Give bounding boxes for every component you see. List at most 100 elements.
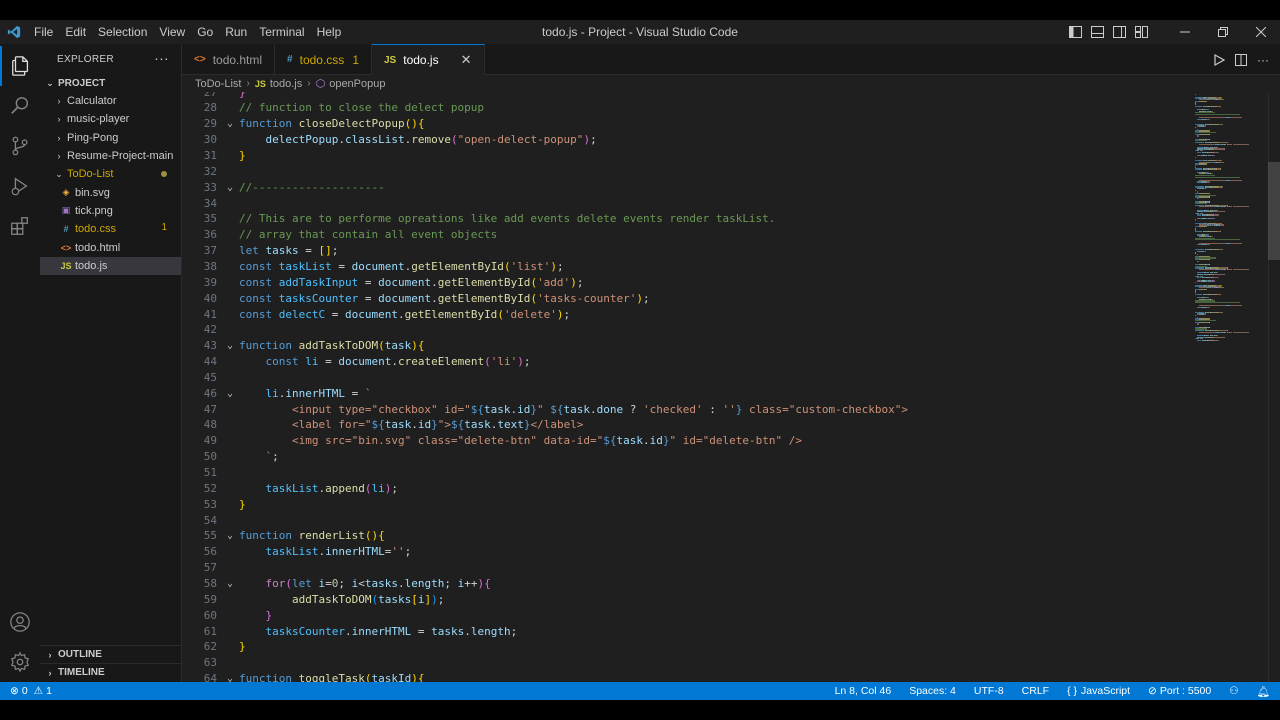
fold-chevron-icon[interactable]: ⌄ (224, 338, 236, 354)
search-icon[interactable] (0, 86, 40, 126)
tree-folder-calculator[interactable]: › Calculator (40, 92, 181, 110)
code-line[interactable]: 61 tasksCounter.innerHTML = tasks.length… (182, 624, 1192, 640)
tab-todo-js[interactable]: JS todo.js ✕ (372, 44, 485, 75)
more-actions-icon[interactable]: ··· (154, 50, 169, 66)
code-line[interactable]: 41 const delectC = document.getElementByI… (182, 307, 1192, 323)
notifications-bell-icon[interactable]: 🔔︎ (1248, 685, 1270, 698)
menu-selection[interactable]: Selection (92, 20, 153, 44)
close-icon[interactable] (1242, 20, 1280, 44)
code-line[interactable]: 42 (182, 322, 1192, 338)
code-line[interactable]: 59 addTaskToDOM(tasks[i]); (182, 592, 1192, 608)
code-line[interactable]: 37 let tasks = []; (182, 243, 1192, 259)
account-status-icon[interactable]: ⚇ (1220, 685, 1247, 697)
tab-todo-html[interactable]: <> todo.html (182, 44, 276, 75)
code-line[interactable]: 50 `; (182, 449, 1192, 465)
split-editor-icon[interactable] (1230, 53, 1252, 66)
toggle-panel-icon[interactable] (1086, 20, 1108, 44)
menu-go[interactable]: Go (191, 20, 219, 44)
more-actions-icon[interactable]: ··· (1252, 53, 1274, 67)
fold-chevron-icon[interactable]: ⌄ (224, 528, 236, 544)
menu-file[interactable]: File (28, 20, 59, 44)
menu-edit[interactable]: Edit (59, 20, 92, 44)
code-line[interactable]: 49 <img src="bin.svg" class="delete-btn"… (182, 433, 1192, 449)
breadcrumb-file[interactable]: todo.js (270, 78, 302, 90)
menu-help[interactable]: Help (311, 20, 348, 44)
code-line[interactable]: 58 ⌄ for(let i=0; i<tasks.length; i++){ (182, 576, 1192, 592)
code-line[interactable]: 43 ⌄ function addTaskToDOM(task){ (182, 338, 1192, 354)
code-line[interactable]: 30 delectPopup.classList.remove("open-de… (182, 132, 1192, 148)
code-line[interactable]: 48 <label for="${task.id}">${task.text}<… (182, 417, 1192, 433)
code-line[interactable]: 31} (182, 148, 1192, 164)
indentation[interactable]: Spaces: 4 (900, 685, 965, 697)
code-line[interactable]: 45 (182, 370, 1192, 386)
code-line[interactable]: 32 (182, 164, 1192, 180)
code-line[interactable]: 56 taskList.innerHTML=''; (182, 544, 1192, 560)
toggle-secondary-sidebar-icon[interactable] (1108, 20, 1130, 44)
menu-view[interactable]: View (153, 20, 191, 44)
code-line[interactable]: 60 } (182, 608, 1192, 624)
code-line[interactable]: 29 ⌄ function closeDelectPopup(){ (182, 116, 1192, 132)
code-line[interactable]: 28 // function to close the delect popup (182, 100, 1192, 116)
run-debug-icon[interactable] (0, 166, 40, 206)
tree-file-tick-png[interactable]: ▣ tick.png (40, 202, 181, 220)
fold-chevron-icon[interactable]: ⌄ (224, 576, 236, 592)
account-icon[interactable] (0, 602, 40, 642)
explorer-icon[interactable] (0, 46, 40, 86)
tree-file-todo-js[interactable]: JS todo.js (40, 256, 181, 275)
code-line[interactable]: 40 const tasksCounter = document.getEleme… (182, 291, 1192, 307)
project-section-header[interactable]: ⌄ PROJECT (40, 74, 181, 92)
encoding[interactable]: UTF-8 (965, 685, 1013, 697)
close-tab-icon[interactable]: ✕ (461, 52, 472, 68)
code-line[interactable]: 62} (182, 639, 1192, 655)
code-line[interactable]: 47 <input type="checkbox" id="${task.id}… (182, 402, 1192, 418)
timeline-section-header[interactable]: › TIMELINE (40, 663, 182, 681)
tab-todo-css[interactable]: # todo.css 1 (275, 44, 372, 75)
code-line[interactable]: 38 const taskList = document.getElementBy… (182, 259, 1192, 275)
fold-chevron-icon[interactable]: ⌄ (224, 180, 236, 196)
code-line[interactable]: 36 // array that contain all event object… (182, 227, 1192, 243)
source-control-icon[interactable] (0, 126, 40, 166)
code-line[interactable]: 35 // This are to performe opreations lik… (182, 211, 1192, 227)
code-line[interactable]: 57 (182, 560, 1192, 576)
breadcrumb-folder[interactable]: ToDo-List (195, 78, 241, 90)
cursor-position[interactable]: Ln 8, Col 46 (826, 685, 901, 697)
vertical-scrollbar[interactable] (1268, 162, 1280, 260)
code-line[interactable]: 52 taskList.append(li); (182, 481, 1192, 497)
fold-chevron-icon[interactable]: ⌄ (224, 386, 236, 402)
minimize-icon[interactable] (1166, 20, 1204, 44)
problems-status[interactable]: ⊗ 0 ⚠ 1 (10, 685, 61, 697)
tree-file-todo-css[interactable]: # todo.css 1 (40, 220, 181, 238)
code-line[interactable]: 64 ⌄ function toggleTask(taskId){ (182, 671, 1192, 682)
manage-gear-icon[interactable] (0, 642, 40, 682)
fold-chevron-icon[interactable]: ⌄ (224, 116, 236, 132)
code-line[interactable]: 39 const addTaskInput = document.getEleme… (182, 275, 1192, 291)
customize-layout-icon[interactable] (1130, 20, 1152, 44)
run-file-icon[interactable] (1208, 53, 1230, 66)
language-mode[interactable]: { } JavaScript (1058, 685, 1139, 697)
code-line[interactable]: 63 (182, 655, 1192, 671)
code-line[interactable]: 54 (182, 513, 1192, 529)
toggle-primary-sidebar-icon[interactable] (1064, 20, 1086, 44)
tree-folder-resume-project-main[interactable]: › Resume-Project-main (40, 147, 181, 165)
code-lines[interactable]: 27} 28// function to close the delect pop… (182, 92, 1192, 682)
menu-run[interactable]: Run (219, 20, 253, 44)
code-line[interactable]: 44 const li = document.createElement('li… (182, 354, 1192, 370)
end-of-line[interactable]: CRLF (1013, 685, 1058, 697)
code-line[interactable]: 34 (182, 196, 1192, 212)
live-server-port[interactable]: ⊘ Port : 5500 (1139, 685, 1220, 697)
tree-folder-ping-pong[interactable]: › Ping-Pong (40, 129, 181, 147)
code-line[interactable]: 33 ⌄//-------------------- (182, 180, 1192, 196)
restore-icon[interactable] (1204, 20, 1242, 44)
menu-terminal[interactable]: Terminal (253, 20, 310, 44)
tree-file-todo-html[interactable]: <> todo.html (40, 238, 181, 256)
code-line[interactable]: 53} (182, 497, 1192, 513)
code-editor[interactable]: 27} 28// function to close the delect pop… (182, 92, 1280, 682)
code-line[interactable]: 51 (182, 465, 1192, 481)
tree-folder-music-player[interactable]: › music-player (40, 110, 181, 128)
fold-chevron-icon[interactable]: ⌄ (224, 671, 236, 682)
outline-section-header[interactable]: › OUTLINE (40, 645, 182, 663)
extensions-icon[interactable] (0, 206, 40, 246)
code-line[interactable]: 46 ⌄ li.innerHTML = ` (182, 386, 1192, 402)
minimap[interactable] (1192, 92, 1270, 352)
tree-file-bin-svg[interactable]: ◈ bin.svg (40, 183, 181, 201)
